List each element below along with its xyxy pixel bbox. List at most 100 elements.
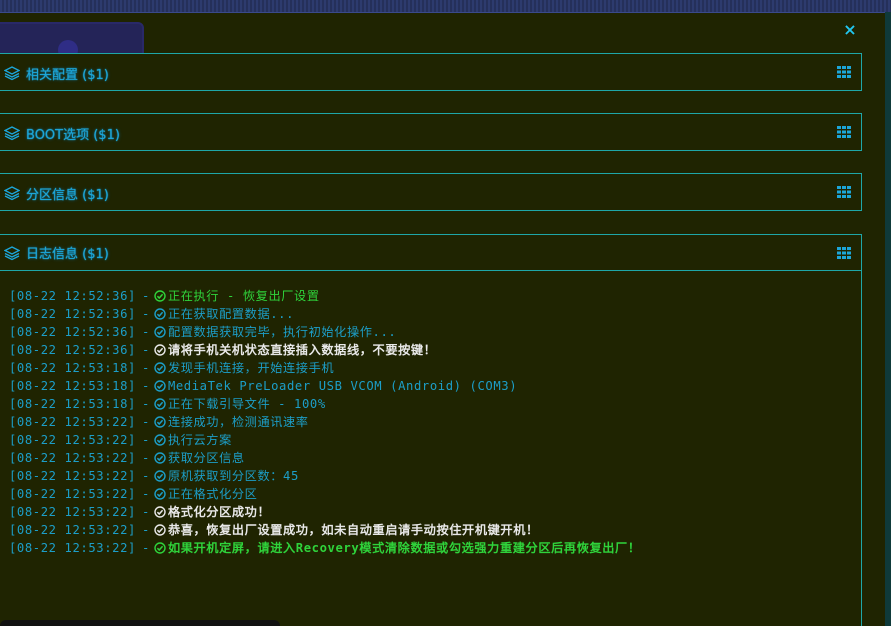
log-line: [08-22 12:52:36] - 正在获取配置数据... [9,305,851,323]
grid-icon[interactable] [837,126,851,138]
log-message: 发现手机连接，开始连接手机 [167,361,335,375]
log-message: 获取分区信息 [167,451,245,465]
log-line: [08-22 12:53:22] - 恭喜，恢复出厂设置成功，如未自动重启请手动按住… [9,521,851,539]
grid-icon[interactable] [837,247,851,259]
log-line: [08-22 12:53:22] - 获取分区信息 [9,449,851,467]
check-circle-icon [154,398,166,410]
log-separator: - [142,379,150,393]
log-separator: - [142,343,150,357]
log-timestamp: [08-22 12:53:18] [9,361,136,375]
taskbar-edge [0,620,280,626]
layers-icon [4,245,20,260]
log-separator: - [142,469,150,483]
log-timestamp: [08-22 12:53:22] [9,451,136,465]
panel-header[interactable]: 分区信息 ($1) [0,174,861,212]
log-message: 请将手机关机状态直接插入数据线，不要按键！ [167,343,437,357]
log-separator: - [142,523,150,537]
log-message: 连接成功，检测通讯速率 [167,415,309,429]
log-message: 恭喜，恢复出厂设置成功，如未自动重启请手动按住开机键开机！ [167,523,539,537]
log-separator: - [142,541,150,555]
log-separator: - [142,325,150,339]
log-output: [08-22 12:52:36] - 正在执行 - 恢复出厂设置 [08-22 12:… [9,287,851,557]
check-circle-icon [154,344,166,356]
grid-icon[interactable] [837,66,851,78]
log-timestamp: [08-22 12:52:36] [9,325,136,339]
panel-boot-options[interactable]: BOOT选项 ($1) [0,113,862,151]
log-separator: - [142,487,150,501]
log-separator: - [142,433,150,447]
log-line: [08-22 12:52:36] - 配置数据获取完毕，执行初始化操作... [9,323,851,341]
log-line: [08-22 12:53:22] - 格式化分区成功！ [9,503,851,521]
panel-title: 相关配置 ($1) [26,67,109,83]
log-message: 如果开机定屏，请进入Recovery模式清除数据或勾选强力重建分区后再恢复出厂！ [167,541,641,555]
log-message: 正在下载引导文件 - 100% [167,397,326,411]
grid-icon[interactable] [837,186,851,198]
panel-header[interactable]: 相关配置 ($1) [0,54,861,92]
log-line: [08-22 12:53:18] - 正在下载引导文件 - 100% [9,395,851,413]
check-circle-icon [154,308,166,320]
log-line: [08-22 12:53:18] - MediaTek PreLoader USB … [9,377,851,395]
check-circle-icon [154,524,166,536]
check-circle-icon [154,452,166,464]
log-timestamp: [08-22 12:53:22] [9,505,136,519]
log-message: 正在格式化分区 [167,487,258,501]
check-circle-icon [154,470,166,482]
check-circle-icon [154,488,166,500]
scrollbar-track[interactable] [885,12,891,626]
log-separator: - [142,505,150,519]
log-line: [08-22 12:53:22] - 执行云方案 [9,431,851,449]
check-circle-icon [154,542,166,554]
log-line: [08-22 12:52:36] - 正在执行 - 恢复出厂设置 [9,287,851,305]
log-separator: - [142,397,150,411]
log-line: [08-22 12:53:22] - 连接成功，检测通讯速率 [9,413,851,431]
log-timestamp: [08-22 12:53:22] [9,523,136,537]
log-message: 原机获取到分区数：45 [167,469,299,483]
log-timestamp: [08-22 12:53:18] [9,397,136,411]
log-message: 配置数据获取完毕，执行初始化操作... [167,325,397,339]
check-circle-icon [154,506,166,518]
log-line: [08-22 12:53:22] - 如果开机定屏，请进入Recovery模式清除数… [9,539,851,557]
log-line: [08-22 12:53:18] - 发现手机连接，开始连接手机 [9,359,851,377]
log-separator: - [142,361,150,375]
log-line: [08-22 12:52:36] - 请将手机关机状态直接插入数据线，不要按键！ [9,341,851,359]
log-line: [08-22 12:53:22] - 正在格式化分区 [9,485,851,503]
check-circle-icon [154,416,166,428]
panel-title: BOOT选项 ($1) [26,127,120,143]
check-circle-icon [154,326,166,338]
log-message: 格式化分区成功！ [167,505,271,519]
panel-title: 日志信息 ($1) [26,247,109,262]
log-separator: - [142,451,150,465]
layers-icon [4,66,20,81]
log-separator: - [142,307,150,321]
panel-log: 日志信息 ($1) [08-22 12:52:36] - 正在执行 - 恢复出厂设置… [0,234,862,626]
log-timestamp: [08-22 12:53:22] [9,541,136,555]
log-timestamp: [08-22 12:52:36] [9,343,136,357]
log-message: 正在获取配置数据... [167,307,295,321]
panel-config[interactable]: 相关配置 ($1) [0,53,862,91]
check-circle-icon [154,362,166,374]
log-message: MediaTek PreLoader USB VCOM (Android) (C… [167,379,518,393]
log-timestamp: [08-22 12:52:36] [9,289,136,303]
log-timestamp: [08-22 12:53:22] [9,469,136,483]
panel-header[interactable]: BOOT选项 ($1) [0,114,861,152]
log-timestamp: [08-22 12:53:22] [9,415,136,429]
check-circle-icon [154,290,166,302]
log-timestamp: [08-22 12:52:36] [9,307,136,321]
log-separator: - [142,289,150,303]
panel-partition-info[interactable]: 分区信息 ($1) [0,173,862,211]
log-separator: - [142,415,150,429]
log-message: 执行云方案 [167,433,232,447]
check-circle-icon [154,434,166,446]
log-timestamp: [08-22 12:53:22] [9,487,136,501]
log-message: 正在执行 - 恢复出厂设置 [167,289,320,303]
layers-icon [4,186,20,201]
top-border [0,0,891,13]
log-timestamp: [08-22 12:53:18] [9,379,136,393]
panel-title: 分区信息 ($1) [26,187,109,203]
panel-header[interactable]: 日志信息 ($1) [0,235,861,271]
close-icon[interactable]: × [842,20,858,40]
log-timestamp: [08-22 12:53:22] [9,433,136,447]
log-line: [08-22 12:53:22] - 原机获取到分区数：45 [9,467,851,485]
check-circle-icon [154,380,166,392]
layers-icon [4,126,20,141]
